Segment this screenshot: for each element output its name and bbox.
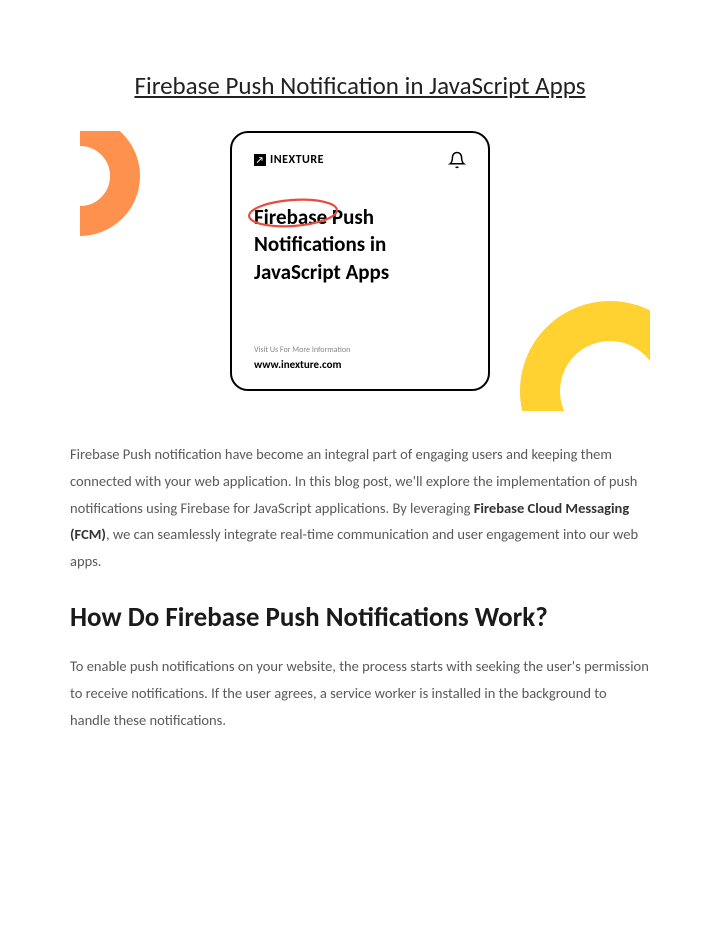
inexture-logo: ↗ INEXTURE — [254, 153, 324, 167]
page-title: Firebase Push Notification in JavaScript… — [70, 70, 650, 101]
visit-label: Visit Us For More Information — [254, 345, 350, 355]
promo-card: ↗ INEXTURE Firebase Push Notifications i… — [230, 131, 490, 391]
yellow-arc-shape — [520, 301, 650, 411]
document-page: Firebase Push Notification in JavaScript… — [0, 0, 720, 783]
logo-text: INEXTURE — [270, 153, 324, 167]
card-header: ↗ INEXTURE — [254, 151, 466, 169]
intro-paragraph: Firebase Push notification have become a… — [70, 441, 650, 575]
intro-text-after: , we can seamlessly integrate real-time … — [70, 525, 638, 570]
logo-glyph-icon: ↗ — [254, 154, 266, 166]
section-heading: How Do Firebase Push Notifications Work? — [70, 595, 650, 641]
bell-icon — [448, 151, 466, 169]
card-url: www.inexture.com — [254, 358, 350, 371]
red-oval-highlight-icon — [246, 197, 341, 229]
body-paragraph: To enable push notifications on your web… — [70, 653, 650, 733]
hero-graphic: ↗ INEXTURE Firebase Push Notifications i… — [70, 131, 650, 411]
card-footer: Visit Us For More Information www.inextu… — [254, 345, 350, 371]
card-heading: Firebase Push Notifications in JavaScrip… — [254, 204, 466, 286]
orange-arc-shape — [70, 131, 140, 236]
